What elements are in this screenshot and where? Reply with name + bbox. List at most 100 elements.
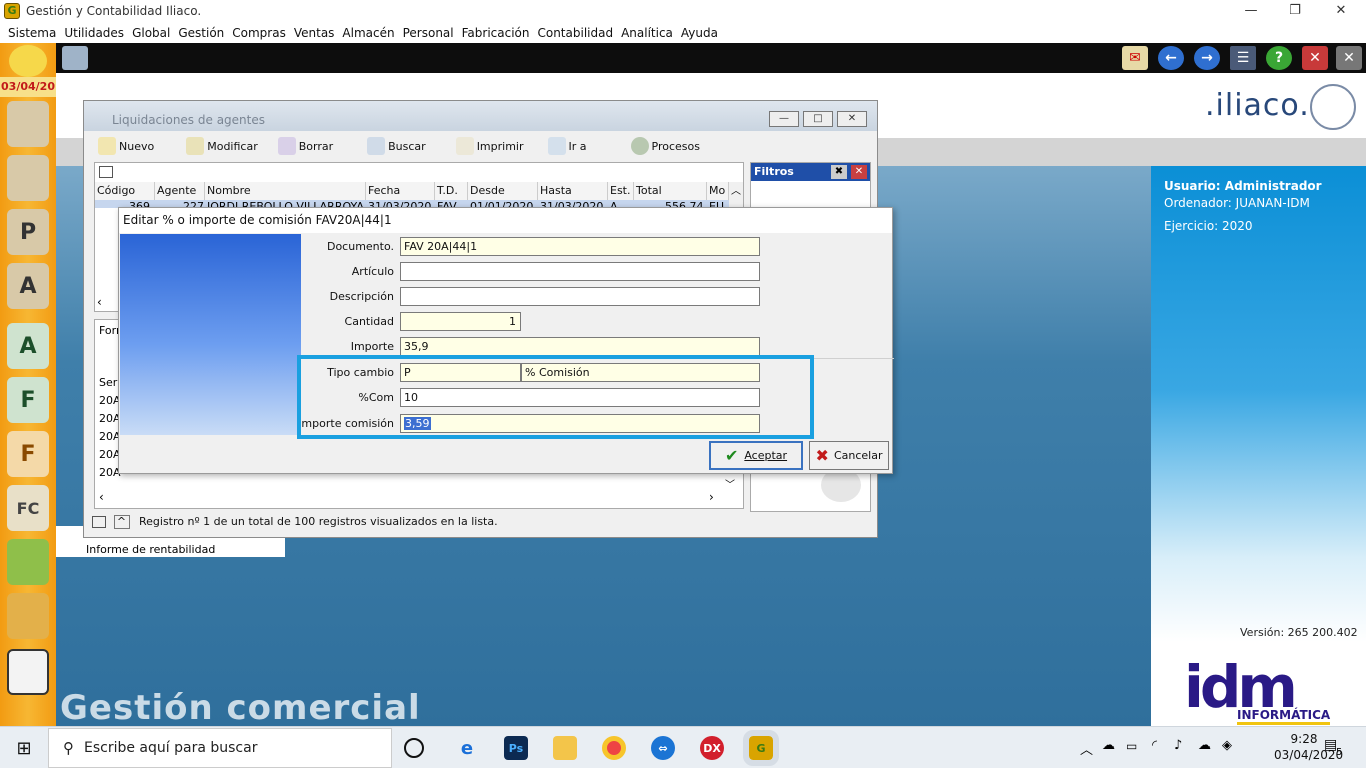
doc-f-orange-icon[interactable]: F (7, 431, 49, 477)
lower-scroll-left-icon[interactable]: ‹ (99, 490, 104, 504)
dx-icon[interactable]: DX (700, 736, 724, 760)
dropbox-icon[interactable]: ◈ (1222, 738, 1232, 753)
modificar-button[interactable]: Modificar (186, 137, 258, 155)
menu-personal[interactable]: Personal (399, 26, 458, 40)
col-hasta[interactable]: Hasta (538, 182, 608, 200)
descripcion-label: Descripción (329, 290, 394, 303)
close-all-icon[interactable]: ✕ (1336, 46, 1362, 70)
col-moneda[interactable]: Mo (707, 182, 729, 200)
user-single-icon[interactable] (7, 155, 49, 201)
liq-close-button[interactable]: ✕ (837, 111, 867, 127)
menu-almacen[interactable]: Almacén (338, 26, 398, 40)
windows-icon: ⊞ (16, 737, 32, 759)
chevron-up-icon[interactable]: ︿ (1080, 739, 1093, 758)
green-bag-icon[interactable] (7, 539, 49, 585)
filtros-close-icon[interactable]: ✕ (851, 165, 867, 179)
teamviewer-icon[interactable]: ⇔ (651, 736, 675, 760)
menu-sistema[interactable]: Sistema (4, 26, 60, 40)
menu-compras[interactable]: Compras (228, 26, 290, 40)
scroll-left-icon[interactable]: ‹ (97, 295, 102, 309)
col-td[interactable]: T.D. (435, 182, 468, 200)
liq-maximize-button[interactable]: □ (803, 111, 833, 127)
photoshop-icon[interactable]: Ps (504, 736, 528, 760)
restore-button[interactable]: ❐ (1272, 0, 1318, 22)
collapse-icon[interactable]: ^ (113, 515, 130, 529)
informe-item[interactable]: Informe de rentabilidad (86, 543, 215, 556)
col-fecha[interactable]: Fecha (366, 182, 435, 200)
cloud-icon[interactable]: ☁ (1102, 738, 1115, 753)
menu-ayuda[interactable]: Ayuda (677, 26, 722, 40)
search-box[interactable]: ⚲ Escribe aquí para buscar (48, 728, 392, 768)
importe-field[interactable]: 35,9 (400, 337, 760, 356)
aceptar-label: Aceptar (744, 449, 788, 462)
doc-f-icon[interactable]: F (7, 377, 49, 423)
col-desde[interactable]: Desde (468, 182, 538, 200)
procesos-button[interactable]: Procesos (630, 137, 700, 155)
grid-options-icon[interactable] (99, 166, 113, 178)
descripcion-field[interactable] (400, 287, 760, 306)
user-icon[interactable] (62, 46, 88, 70)
col-nombre[interactable]: Nombre (205, 182, 366, 200)
ir-a-button[interactable]: Ir a (547, 137, 587, 155)
liquidaciones-title: Liquidaciones de agentes (112, 113, 265, 127)
start-button[interactable]: ⊞ (0, 727, 48, 768)
orange-bag-icon[interactable] (7, 593, 49, 639)
menu-gestion[interactable]: Gestión (174, 26, 228, 40)
minimize-button[interactable]: — (1228, 0, 1274, 22)
liquidaciones-titlebar: Liquidaciones de agentes — □ ✕ (84, 101, 877, 131)
menu-contabilidad[interactable]: Contabilidad (533, 26, 617, 40)
imprimir-button[interactable]: Imprimir (455, 137, 524, 155)
articulo-field[interactable] (400, 262, 760, 281)
edit-commission-dialog: Editar % o importe de comisión FAV20A|44… (118, 207, 894, 474)
chrome-icon[interactable] (602, 736, 626, 760)
edge-icon[interactable]: e (455, 736, 479, 760)
menu-analitica[interactable]: Analítica (617, 26, 677, 40)
back-arrow-icon[interactable]: ← (1158, 46, 1184, 70)
iliaco-app-icon[interactable]: G (743, 730, 779, 766)
status-grid-icon[interactable] (92, 516, 106, 528)
menu-global[interactable]: Global (128, 26, 174, 40)
notifications-count: 5 (1336, 747, 1343, 758)
buscar-button[interactable]: Buscar (367, 137, 426, 155)
user-a-icon[interactable]: A (7, 263, 49, 309)
file-explorer-icon[interactable] (553, 736, 577, 760)
onedrive-icon[interactable]: ☁ (1198, 738, 1211, 753)
main-logo-icon[interactable] (9, 45, 47, 77)
close-window-button[interactable]: ✕ (1318, 0, 1364, 22)
cancelar-label: Cancelar (833, 449, 883, 462)
forward-arrow-icon[interactable]: → (1194, 46, 1220, 70)
year-label: Ejercicio: 2020 (1164, 219, 1253, 233)
borrar-button[interactable]: Borrar (277, 137, 333, 155)
menu-utilidades[interactable]: Utilidades (60, 26, 128, 40)
doc-a-icon[interactable]: A (7, 323, 49, 369)
windows-list-icon[interactable]: ☰ (1230, 46, 1256, 70)
volume-icon[interactable]: ♪ (1174, 738, 1182, 753)
menu-fabricacion[interactable]: Fabricación (458, 26, 534, 40)
cancelar-button[interactable]: ✖ Cancelar (809, 441, 889, 470)
pin-icon[interactable]: ✖ (831, 165, 847, 179)
help-icon[interactable]: ? (1266, 46, 1292, 70)
lower-scroll-right-icon[interactable]: › (709, 490, 714, 504)
close-form-icon[interactable]: ✕ (1302, 46, 1328, 70)
lower-scroll-down-icon[interactable]: ﹀ (725, 476, 735, 491)
col-agente[interactable]: Agente (155, 182, 205, 200)
user-p-icon[interactable]: P (7, 209, 49, 255)
aceptar-button[interactable]: ✔ Aceptar (709, 441, 803, 470)
notebook-icon[interactable] (7, 649, 49, 695)
task-view-icon[interactable] (404, 738, 424, 758)
documento-label: Documento. (326, 240, 394, 253)
col-codigo[interactable]: Código (95, 182, 155, 200)
col-total[interactable]: Total (634, 182, 707, 200)
nuevo-button[interactable]: Nuevo (98, 137, 154, 155)
taskbar: ⊞ ⚲ Escribe aquí para buscar e Ps ⇔ DX G… (0, 726, 1366, 768)
agents-icon[interactable] (7, 101, 49, 147)
col-est[interactable]: Est. (608, 182, 634, 200)
messages-icon[interactable]: ✉ (1122, 46, 1148, 70)
liq-minimize-button[interactable]: — (769, 111, 799, 127)
menu-ventas[interactable]: Ventas (290, 26, 339, 40)
battery-icon[interactable]: ▭ (1126, 739, 1137, 753)
documento-field[interactable]: FAV 20A|44|1 (400, 237, 760, 256)
wifi-icon[interactable]: ◜ (1152, 738, 1157, 753)
cantidad-field[interactable]: 1 (400, 312, 521, 331)
doc-fc-icon[interactable]: FC (7, 485, 49, 531)
